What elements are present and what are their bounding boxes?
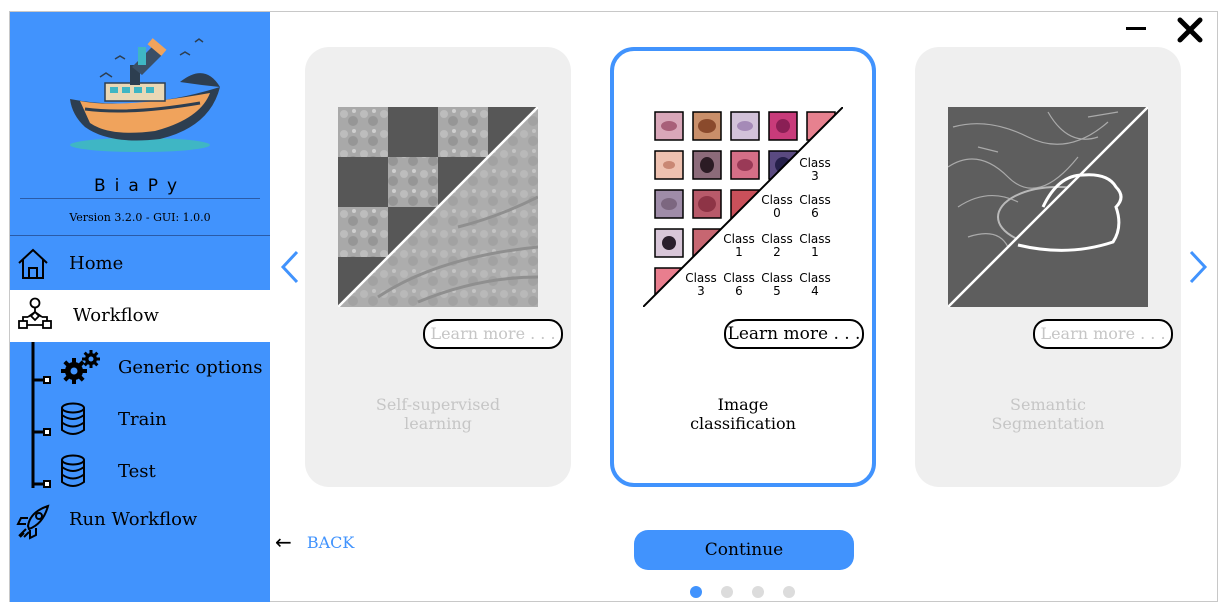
class-label: Class 6	[723, 271, 755, 298]
version-label: Version 3.2.0 - GUI: 1.0.0	[69, 211, 211, 224]
sidebar-item-home[interactable]: Home	[10, 239, 270, 291]
class-label: Class 1	[723, 232, 755, 259]
sidebar: BiaPy Version 3.2.0 - GUI: 1.0.0 Home Wo…	[10, 12, 270, 602]
sidebar-item-generic-options[interactable]: Generic options	[10, 342, 270, 394]
card-title-line: learning	[404, 414, 472, 433]
card-title: Semantic Segmentation	[915, 395, 1181, 433]
card-title-line: Self-supervised	[375, 395, 501, 414]
chevron-right-icon[interactable]	[1186, 249, 1210, 285]
minimize-icon[interactable]	[1124, 16, 1148, 40]
sidebar-item-train[interactable]: Train	[10, 394, 270, 446]
workflow-card-image-classification[interactable]: Class 3 Class 0 Class 6 Class 1 Class 2 Class…	[610, 47, 876, 487]
workflow-card-semantic-segmentation[interactable]: Learn more . . . Semantic Segmentation	[915, 47, 1181, 487]
back-arrow-icon: ←	[275, 530, 292, 554]
card-title: Self-supervised learning	[305, 395, 571, 433]
class-label: Class 3	[685, 271, 717, 298]
learn-more-button[interactable]: Learn more . . .	[423, 319, 563, 349]
card-title: Image classification	[614, 395, 872, 433]
database-icon	[61, 402, 85, 435]
card-title-line: Image	[717, 395, 769, 414]
class-label: Class 3	[799, 156, 831, 183]
sidebar-item-label: Workflow	[73, 305, 159, 326]
back-label: BACK	[306, 532, 355, 552]
learn-more-button[interactable]: Learn more . . .	[724, 319, 864, 349]
rocket-icon	[16, 504, 50, 540]
divider	[10, 235, 270, 236]
continue-button[interactable]: Continue	[634, 530, 854, 570]
sidebar-item-label: Run Workflow	[69, 509, 198, 530]
card-title-line: Segmentation	[991, 414, 1105, 433]
page-indicator-dot[interactable]	[752, 586, 764, 598]
class-labels: Class 3 Class 0 Class 6 Class 1 Class 2 Class…	[643, 107, 843, 307]
card-title-line: classification	[690, 414, 796, 433]
class-label: Class 4	[799, 271, 831, 298]
page-indicator-dot[interactable]	[690, 586, 702, 598]
sidebar-item-label: Train	[118, 409, 167, 430]
self-supervised-image	[338, 107, 538, 307]
class-label: Class 2	[761, 232, 793, 259]
class-label: Class 6	[799, 193, 831, 220]
semantic-segmentation-image	[948, 107, 1148, 307]
page-indicator-dot[interactable]	[783, 586, 795, 598]
workflow-card-self-supervised[interactable]: Learn more . . . Self-supervised learnin…	[305, 47, 571, 487]
app-name: BiaPy	[93, 176, 187, 196]
class-label: Class 5	[761, 271, 793, 298]
sidebar-item-test[interactable]: Test	[10, 446, 270, 498]
learn-more-button[interactable]: Learn more . . .	[1033, 319, 1173, 349]
back-button[interactable]: ← BACK	[275, 530, 354, 554]
home-icon	[18, 248, 48, 279]
sidebar-item-label: Home	[69, 253, 124, 274]
sidebar-item-label: Generic options	[118, 357, 263, 378]
class-label: Class 0	[761, 193, 793, 220]
gears-icon	[61, 350, 100, 384]
workflow-icon	[18, 297, 52, 329]
divider	[20, 198, 260, 199]
sidebar-item-run-workflow[interactable]: Run Workflow	[10, 496, 270, 548]
card-title-line: Semantic	[1010, 395, 1086, 414]
biapy-logo	[70, 38, 220, 152]
sidebar-item-label: Test	[118, 461, 156, 482]
chevron-left-icon[interactable]	[278, 249, 302, 285]
close-icon[interactable]	[1176, 16, 1204, 44]
sidebar-item-workflow[interactable]: Workflow	[10, 290, 270, 342]
database-icon	[61, 454, 85, 487]
class-label: Class 1	[799, 232, 831, 259]
page-indicator-dot[interactable]	[721, 586, 733, 598]
